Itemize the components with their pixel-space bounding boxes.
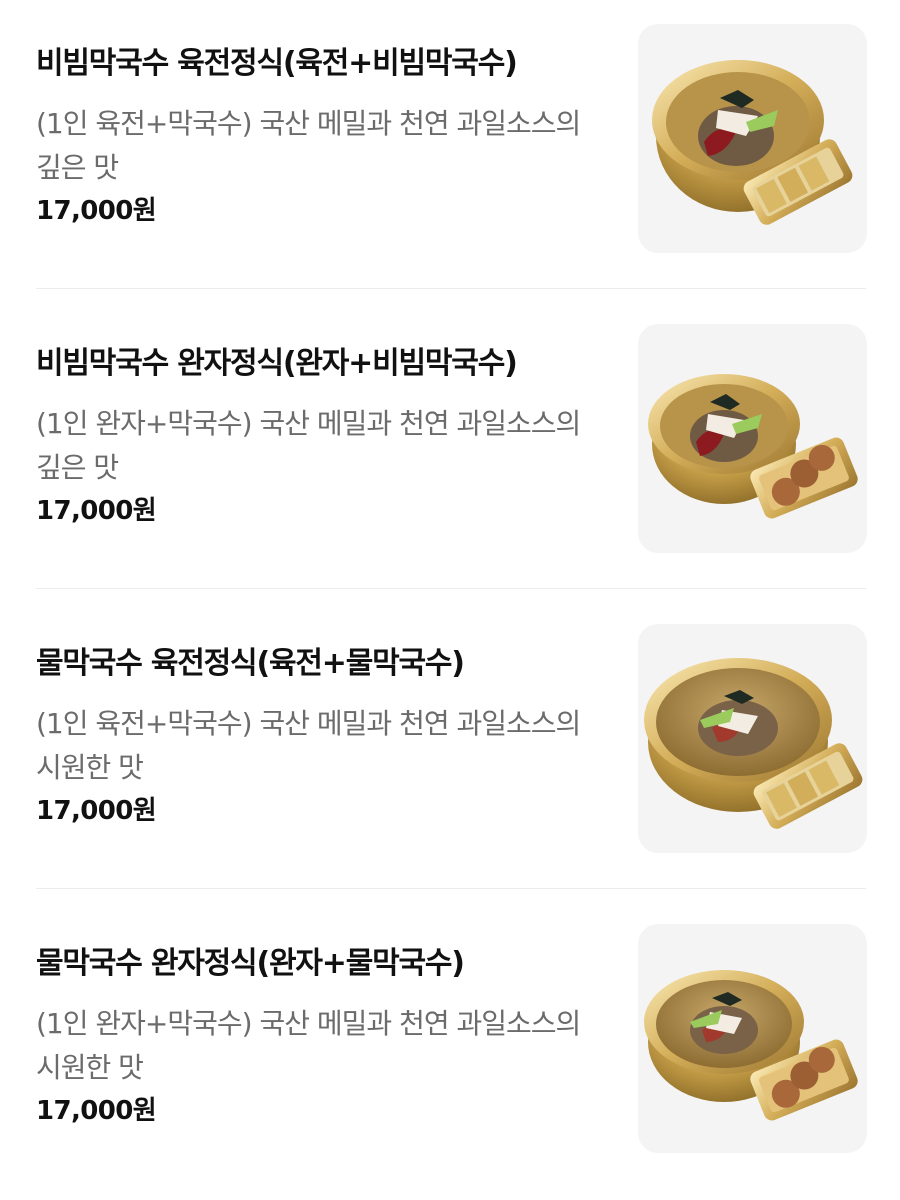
menu-item-price: 17,000원 [36,196,157,226]
menu-item-description: (1인 완자+막국수) 국산 메밀과 천연 과일소스의 깊은 맛 [36,407,581,484]
menu-item-image[interactable] [638,624,867,853]
menu-item-price: 17,000원 [36,496,157,526]
menu-item-price: 17,000원 [36,796,157,826]
menu-item-image[interactable] [638,324,867,553]
divider [36,288,866,289]
menu-list: 비빔막국수 육전정식(육전+비빔막국수) (1인 육전+막국수) 국산 메밀과 … [0,0,900,1167]
menu-item[interactable]: 비빔막국수 육전정식(육전+비빔막국수) (1인 육전+막국수) 국산 메밀과 … [0,0,900,300]
divider [36,588,866,589]
menu-item-image[interactable] [638,24,867,253]
menu-item-description: (1인 육전+막국수) 국산 메밀과 천연 과일소스의 깊은 맛 [36,107,581,184]
menu-item-description: (1인 육전+막국수) 국산 메밀과 천연 과일소스의 시원한 맛 [36,707,581,784]
divider [36,888,866,889]
menu-item[interactable]: 물막국수 완자정식(완자+물막국수) (1인 완자+막국수) 국산 메밀과 천연… [0,900,900,1200]
menu-item-description: (1인 완자+막국수) 국산 메밀과 천연 과일소스의 시원한 맛 [36,1007,581,1084]
menu-item[interactable]: 물막국수 육전정식(육전+물막국수) (1인 육전+막국수) 국산 메밀과 천연… [0,600,900,900]
menu-item-title: 물막국수 완자정식(완자+물막국수) [36,946,465,981]
menu-item-title: 비빔막국수 육전정식(육전+비빔막국수) [36,46,518,81]
menu-item-price: 17,000원 [36,1096,157,1126]
menu-item-title: 비빔막국수 완자정식(완자+비빔막국수) [36,346,518,381]
menu-item-image[interactable] [638,924,867,1153]
menu-item[interactable]: 비빔막국수 완자정식(완자+비빔막국수) (1인 완자+막국수) 국산 메밀과 … [0,300,900,600]
menu-item-title: 물막국수 육전정식(육전+물막국수) [36,646,465,681]
